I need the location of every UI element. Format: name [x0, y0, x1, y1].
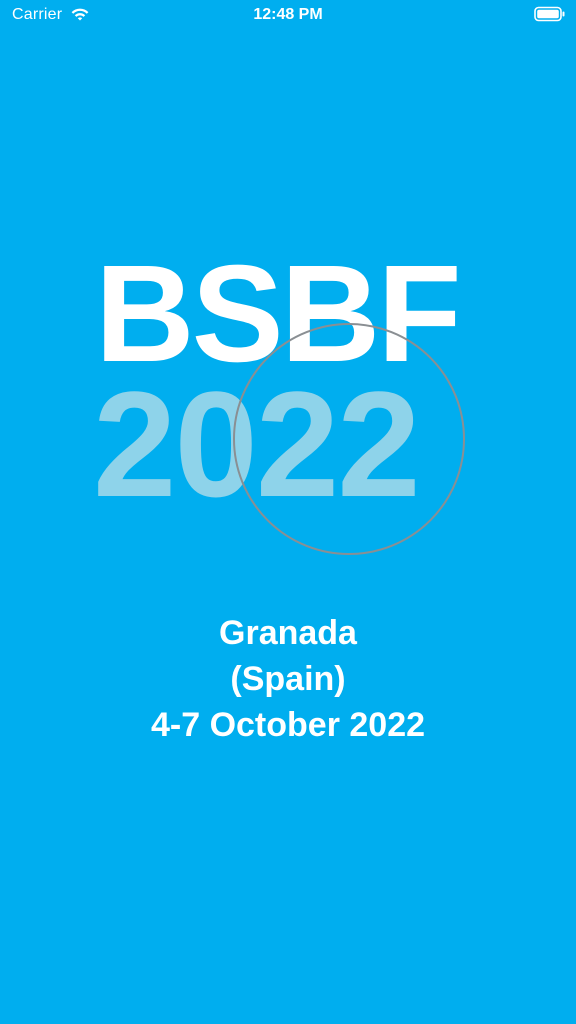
- event-country: (Spain): [230, 660, 346, 698]
- event-info: Granada (Spain) 4-7 October 2022: [0, 610, 576, 748]
- clock-time: 12:48 PM: [253, 6, 323, 23]
- event-city: Granada: [219, 614, 357, 652]
- magnifier-lens-graphic: [233, 323, 465, 555]
- status-bar: Carrier 12:48 PM: [0, 0, 576, 32]
- event-logo: BSBF 2022: [0, 245, 576, 565]
- event-dates: 4-7 October 2022: [150, 706, 426, 744]
- battery-icon: [534, 6, 565, 22]
